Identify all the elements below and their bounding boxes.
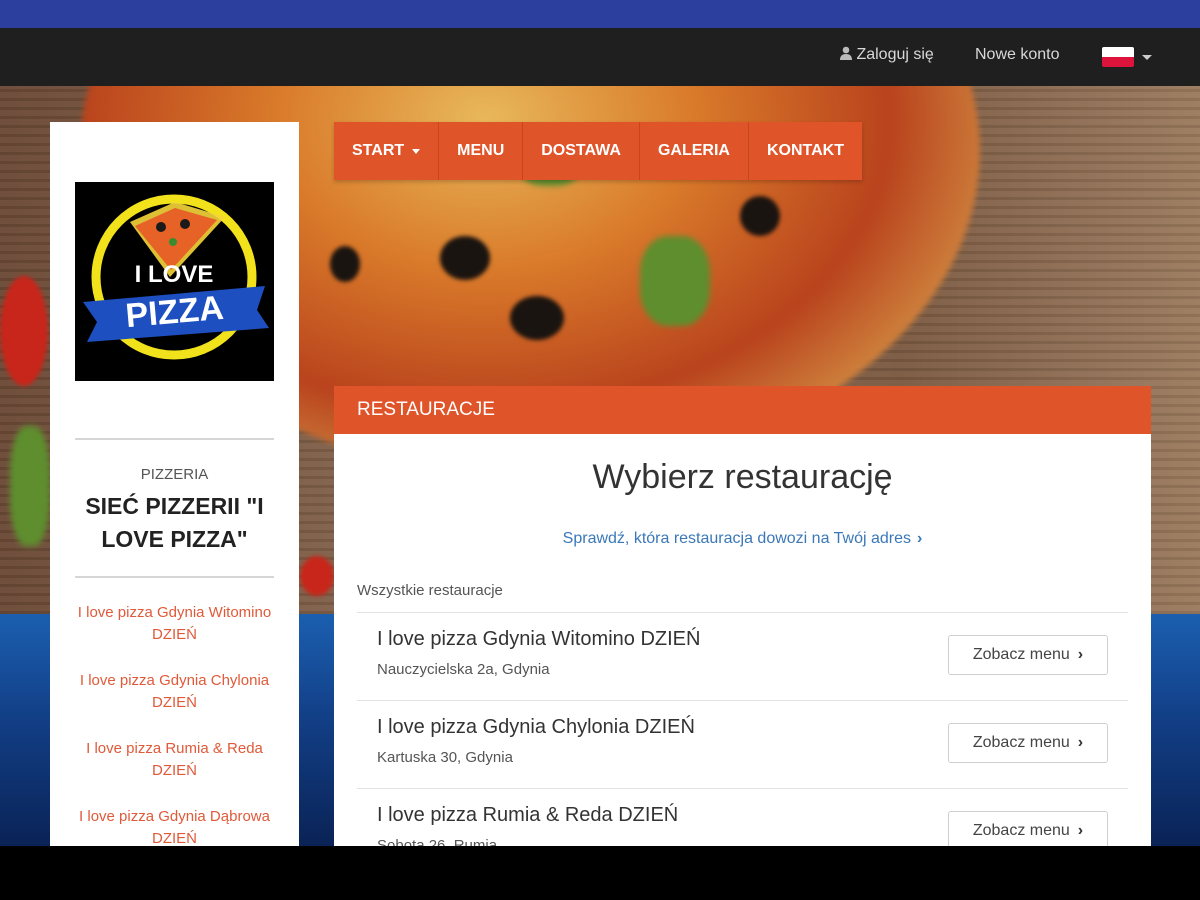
bottom-black-bar — [0, 846, 1200, 900]
restaurant-address: Sobota 26, Rumia — [377, 837, 498, 846]
restaurant-address: Nauczycielska 2a, Gdynia — [377, 661, 550, 678]
poland-flag-icon — [1102, 47, 1134, 67]
chevron-right-icon: › — [1077, 822, 1084, 839]
divider — [75, 438, 274, 440]
view-menu-button[interactable]: Zobacz menu › — [948, 811, 1108, 846]
top-bar: Zaloguj się Nowe konto — [0, 28, 1200, 86]
sidebar-restaurant-link[interactable]: I love pizza Rumia & Reda DZIEŃ — [65, 738, 284, 782]
sidebar-card: I LOVE PIZZA PIZZERIA SIEĆ PIZZERII "I L… — [50, 122, 299, 846]
sidebar-restaurant-link[interactable]: I love pizza Gdynia Dąbrowa DZIEŃ — [65, 806, 284, 846]
new-account-link[interactable]: Nowe konto — [975, 46, 1060, 64]
restaurant-address: Kartuska 30, Gdynia — [377, 749, 513, 766]
restaurant-list: I love pizza Gdynia Witomino DZIEŃ Naucz… — [357, 612, 1128, 846]
nav-tab-label: START — [352, 142, 405, 159]
view-menu-label: Zobacz menu — [972, 822, 1070, 839]
sidebar-restaurant-link[interactable]: I love pizza Gdynia Chylonia DZIEŃ — [65, 670, 284, 714]
restaurant-name: I love pizza Gdynia Witomino DZIEŃ — [377, 628, 701, 650]
caret-down-icon — [412, 148, 421, 154]
check-delivery-label: Sprawdź, która restauracja dowozi na Twó… — [562, 530, 911, 547]
page-title: Wybierz restaurację — [592, 458, 893, 496]
divider — [75, 576, 274, 578]
restaurants-panel: RESTAURACJE Wybierz restaurację Sprawdź,… — [334, 386, 1151, 846]
restaurant-row: I love pizza Gdynia Witomino DZIEŃ Naucz… — [357, 612, 1128, 700]
restaurant-name: I love pizza Rumia & Reda DZIEŃ — [377, 804, 679, 826]
login-label: Zaloguj się — [856, 46, 934, 63]
view-menu-button[interactable]: Zobacz menu › — [948, 723, 1108, 763]
chevron-right-icon: › — [917, 530, 923, 547]
logo-text-top: I LOVE — [135, 261, 214, 288]
main-nav: START MENU DOSTAWA GALERIA KONTAKT — [334, 122, 862, 180]
top-accent-strip — [0, 0, 1200, 28]
language-selector[interactable] — [1102, 47, 1152, 67]
view-menu-label: Zobacz menu — [972, 646, 1070, 663]
nav-tab-start[interactable]: START — [334, 122, 440, 180]
restaurant-row: I love pizza Gdynia Chylonia DZIEŃ Kartu… — [357, 700, 1128, 788]
i-love-pizza-logo: I LOVE PIZZA — [75, 182, 274, 381]
restaurant-name: I love pizza Gdynia Chylonia DZIEŃ — [377, 716, 695, 738]
caret-down-icon — [1142, 54, 1152, 60]
category-label: PIZZERIA — [140, 466, 209, 483]
user-icon — [840, 46, 856, 63]
chevron-right-icon: › — [1077, 734, 1084, 751]
nav-tab-gallery[interactable]: GALERIA — [640, 122, 749, 180]
panel-header: RESTAURACJE — [334, 386, 1151, 434]
sidebar-restaurant-list: I love pizza Gdynia Witomino DZIEŃ I lov… — [65, 602, 284, 846]
view-menu-label: Zobacz menu — [972, 734, 1070, 751]
nav-tab-menu[interactable]: MENU — [439, 122, 524, 180]
view-menu-button[interactable]: Zobacz menu › — [948, 635, 1108, 675]
login-link[interactable]: Zaloguj się — [840, 46, 934, 64]
chevron-right-icon: › — [1077, 646, 1084, 663]
chain-title: SIEĆ PIZZERII "I LOVE PIZZA" — [85, 493, 264, 552]
sidebar-restaurant-link[interactable]: I love pizza Gdynia Witomino DZIEŃ — [65, 602, 284, 646]
all-restaurants-label: Wszystkie restauracje — [357, 582, 503, 599]
nav-tab-contact[interactable]: KONTAKT — [749, 122, 862, 180]
nav-tab-delivery[interactable]: DOSTAWA — [523, 122, 640, 180]
restaurant-row: I love pizza Rumia & Reda DZIEŃ Sobota 2… — [357, 788, 1128, 846]
check-delivery-link[interactable]: Sprawdź, która restauracja dowozi na Twó… — [334, 530, 1151, 548]
